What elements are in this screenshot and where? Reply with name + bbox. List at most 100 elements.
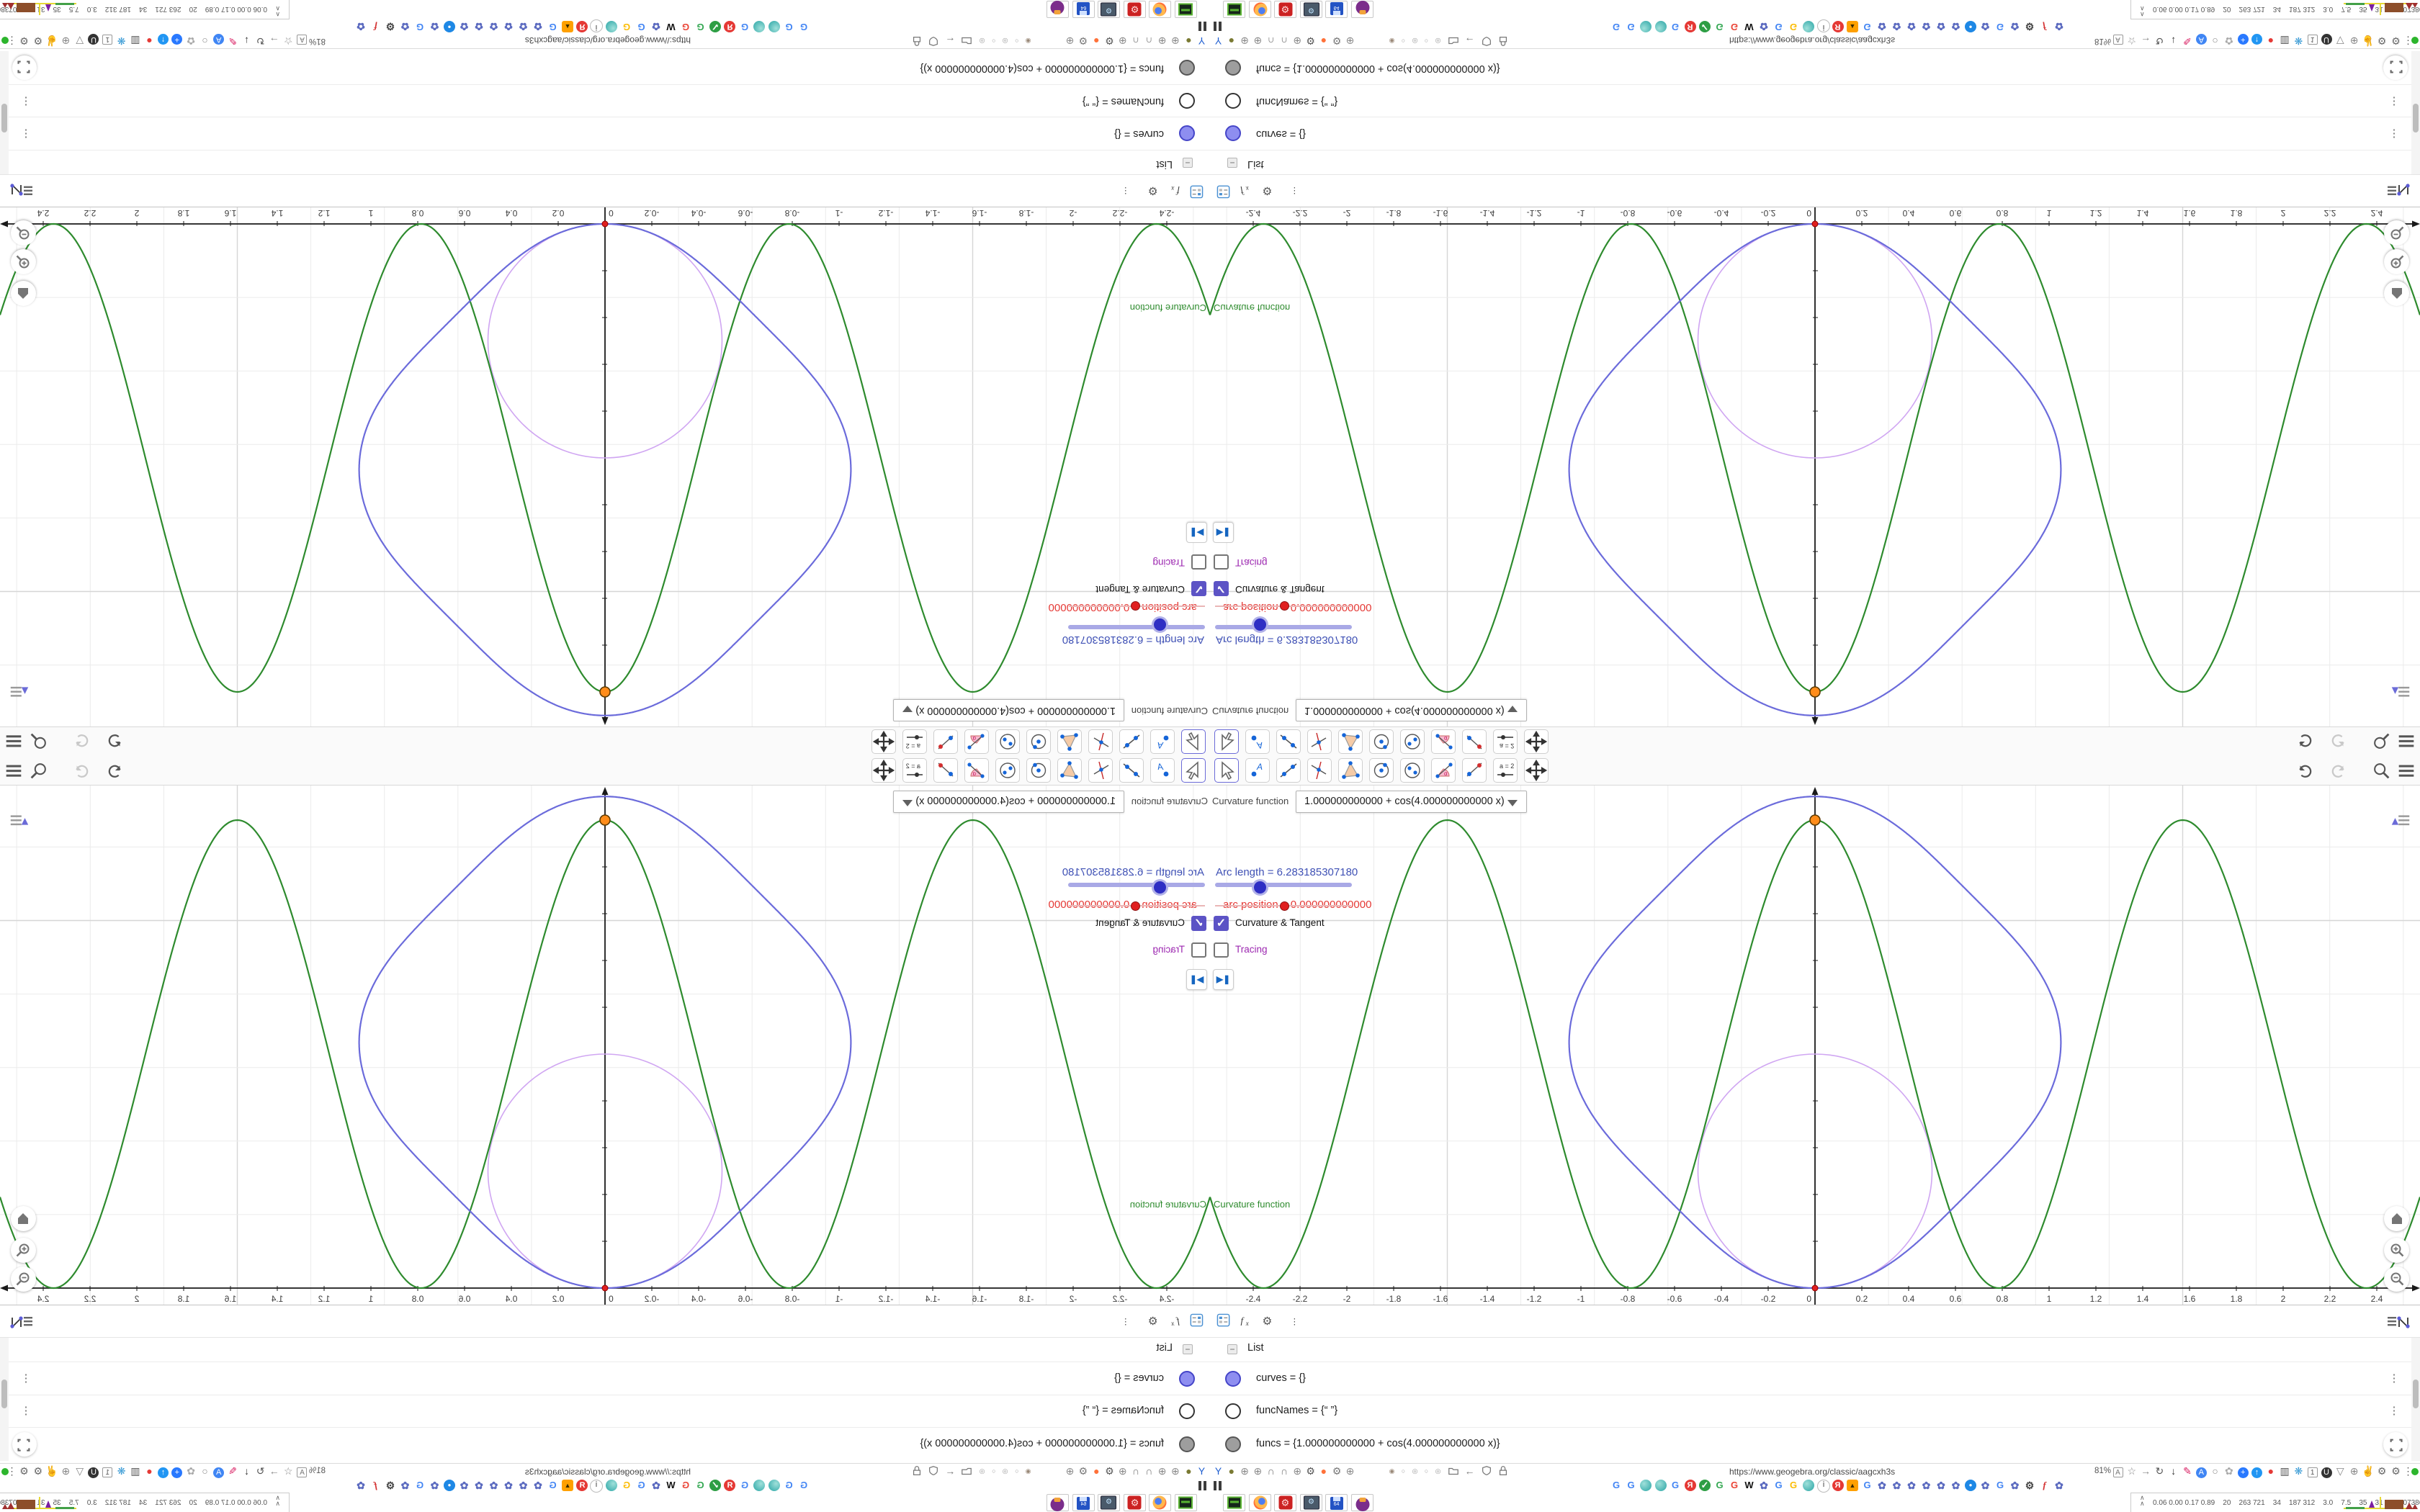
bookmark-favicon[interactable]: G	[1729, 21, 1740, 32]
bookmark-favicon[interactable]: ✿	[1758, 21, 1770, 32]
globe-icon[interactable]: ⊕	[1344, 1465, 1356, 1477]
visibility-toggle[interactable]	[1179, 93, 1195, 109]
dot-icon[interactable]: ○	[987, 35, 1000, 47]
bookmark-favicon[interactable]	[1640, 21, 1652, 32]
algebra-row-funcs[interactable]: funcs = {1.000000000000 + cos(4.00000000…	[1210, 1427, 2420, 1461]
bookmark-favicon[interactable]: ✿	[1876, 21, 1888, 32]
y-extension-icon[interactable]: Y	[1196, 1465, 1208, 1477]
vpn-extension-icon[interactable]: ↑	[157, 34, 169, 47]
gear-icon[interactable]: ⚙	[1077, 1465, 1089, 1477]
dot-icon[interactable]: ◎	[976, 1465, 988, 1477]
wrench-icon[interactable]: ⚙	[1304, 1465, 1317, 1477]
bookmark-favicon[interactable]: ●	[444, 1480, 455, 1491]
move-tool[interactable]	[1214, 758, 1239, 783]
point-tool[interactable]: A	[1150, 729, 1175, 754]
settings-gear-icon[interactable]: ⚙	[2390, 35, 2402, 47]
pause-icon[interactable]	[1214, 22, 1223, 31]
add-extension-icon[interactable]: +	[2237, 34, 2249, 47]
visibility-toggle[interactable]	[1225, 1403, 1241, 1419]
reflect-about-line-tool[interactable]	[1462, 729, 1487, 754]
bookmark-favicon[interactable]: ●	[1965, 21, 1976, 32]
wrench-icon[interactable]: ⚙	[1304, 35, 1317, 47]
bookmark-favicon[interactable]: ✿	[2009, 21, 2021, 32]
bookmark-favicon[interactable]	[606, 21, 618, 32]
globe-extension-icon[interactable]: ⊕	[2348, 35, 2360, 47]
bookmark-favicon[interactable]: ✿	[518, 21, 529, 32]
arc-extension-icon[interactable]: ∩	[1265, 35, 1277, 47]
polygon-tool[interactable]	[1057, 729, 1082, 754]
bookmark-favicon[interactable]	[1654, 21, 1667, 32]
globe-icon[interactable]: ⊕	[1344, 35, 1356, 47]
olive-extension-icon[interactable]: ●	[1183, 1465, 1195, 1477]
dot-icon[interactable]: ◎	[1409, 1465, 1421, 1477]
bookmark-favicon[interactable]: ✿	[518, 1480, 529, 1491]
dot-icon[interactable]: ○	[1397, 35, 1410, 47]
chart-canvas[interactable]: -2.4 -2.2 -2 -1.8 -1.6 -1.4 -1.2 -1 -0.8 -0.6 -0.4…	[0, 207, 1210, 726]
firefox-icon[interactable]: ●	[1317, 1465, 1330, 1477]
shield-extension-icon[interactable]: ▽	[2334, 35, 2347, 47]
fullscreen-icon[interactable]	[2383, 1432, 2408, 1457]
lock-icon[interactable]	[1497, 35, 1509, 47]
gear-icon[interactable]: ⚙	[1141, 1313, 1160, 1331]
oval-extension-icon[interactable]: ○	[199, 35, 211, 47]
chart-canvas[interactable]: -2.4 -2.2 -2 -1.8 -1.6 -1.4 -1.2 -1 -0.8 -0.6 -0.4…	[1210, 786, 2420, 1305]
arc-extension-icon[interactable]: ∩	[1278, 1465, 1291, 1477]
record-extension-icon[interactable]: ●	[2264, 35, 2277, 47]
redo-button[interactable]	[71, 760, 93, 782]
bookmark-favicon[interactable]: Я	[576, 1480, 588, 1491]
bookmark-favicon[interactable]: ✿	[1876, 1480, 1888, 1491]
bookmark-favicon[interactable]: ✿	[1758, 1480, 1770, 1491]
arc-extension-icon[interactable]: ∩	[1130, 1465, 1142, 1477]
bookmark-favicon[interactable]: ✿	[488, 21, 500, 32]
menu-icon[interactable]	[3, 760, 24, 782]
line-tool[interactable]	[1276, 758, 1301, 783]
dot-icon[interactable]: ◎	[1409, 35, 1421, 47]
point-tool[interactable]: A	[1245, 758, 1270, 783]
stylebar-toggle-icon[interactable]	[8, 681, 31, 700]
drive-app-icon[interactable]	[1175, 1494, 1197, 1511]
save64-app-icon[interactable]: 64	[1325, 1494, 1348, 1511]
olive-extension-icon[interactable]: ●	[1183, 35, 1195, 47]
back-arrow-icon[interactable]: ←	[1464, 35, 1476, 47]
visibility-toggle[interactable]	[1179, 1403, 1195, 1419]
globe-icon[interactable]: ⊕	[1156, 35, 1168, 47]
bookmark-favicon[interactable]: G	[1626, 1480, 1637, 1491]
home-button[interactable]	[2384, 281, 2409, 306]
bookmark-favicon[interactable]: G	[784, 1480, 795, 1491]
reflect-about-line-tool[interactable]	[933, 758, 958, 783]
bookmark-favicon[interactable]: G	[1773, 21, 1785, 32]
kebab-icon[interactable]: ⋮	[20, 1404, 32, 1417]
back-arrow-icon[interactable]: ←	[944, 35, 956, 47]
visibility-toggle[interactable]	[1179, 125, 1195, 142]
reload-icon[interactable]: ↻	[2154, 35, 2166, 47]
dot-icon[interactable]: ○	[1010, 35, 1023, 47]
thumb-extension-icon[interactable]: ✌	[45, 35, 58, 47]
move-graphics-view-tool[interactable]	[871, 758, 896, 783]
bookmark-favicon[interactable]: G	[1670, 21, 1681, 32]
algebra-style-icon[interactable]	[9, 181, 35, 199]
bookmark-favicon[interactable]: G	[1788, 1480, 1799, 1491]
thumb-extension-icon[interactable]: ✌	[2362, 1465, 2374, 1477]
record-extension-icon[interactable]: ●	[2264, 1465, 2277, 1477]
arc-extension-icon[interactable]: ∩	[1278, 35, 1291, 47]
arc-position-slider-knob[interactable]	[1279, 601, 1289, 611]
tray-chevron-icon[interactable]: ∧ ∧	[2140, 1495, 2145, 1507]
bookmark-favicon[interactable]: ✿	[1921, 1480, 1932, 1491]
bookmark-favicon[interactable]: G	[680, 21, 691, 32]
download-icon[interactable]: ↓	[241, 1465, 253, 1477]
bookmark-favicon[interactable]: G	[1729, 1480, 1740, 1491]
firefox-app-icon[interactable]	[1249, 1, 1271, 18]
oval-extension-icon[interactable]: ○	[199, 1465, 211, 1477]
bookmark-favicon[interactable]: f	[370, 21, 382, 32]
bookmark-favicon[interactable]: Я	[724, 1480, 736, 1491]
y-extension-icon[interactable]: Y	[1196, 35, 1208, 47]
bookmark-favicon[interactable]	[753, 21, 766, 32]
settings-gear-icon[interactable]: ⚙	[18, 35, 30, 47]
algebra-style-icon[interactable]	[2385, 1313, 2411, 1331]
bookmark-favicon[interactable]: ⚙	[2024, 21, 2035, 32]
globe-icon[interactable]: ⊕	[1291, 1465, 1304, 1477]
ud-extension-icon[interactable]: U	[2321, 34, 2333, 47]
algebra-row-curves[interactable]: curves = {} ⋮	[1210, 1362, 2420, 1395]
algebra-panel-icon[interactable]	[1186, 1313, 1204, 1331]
search-icon[interactable]	[2371, 760, 2393, 782]
